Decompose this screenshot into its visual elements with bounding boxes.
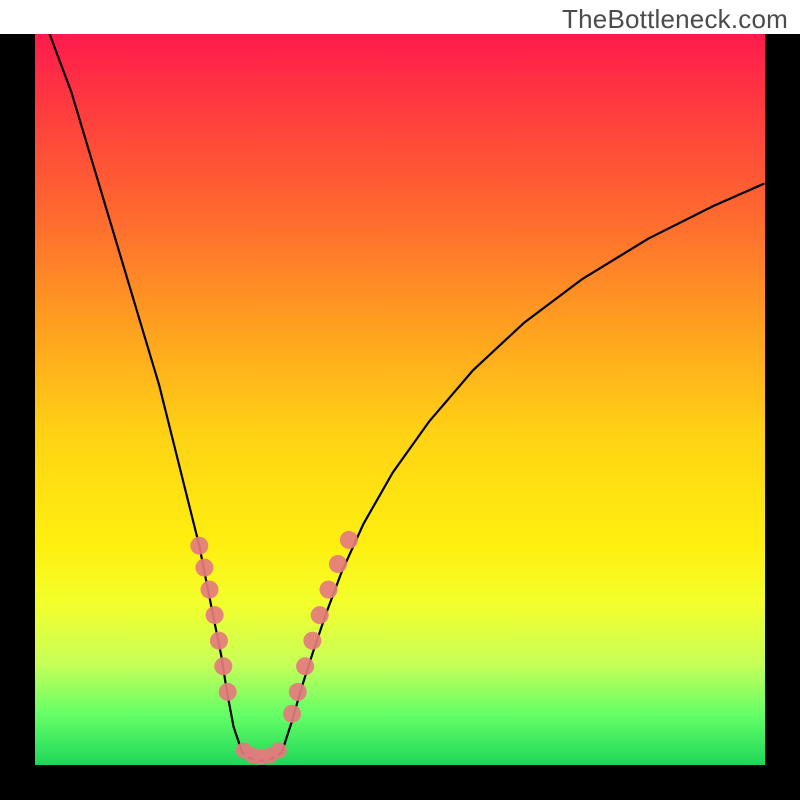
bottleneck-curve: [50, 34, 764, 761]
data-dot: [329, 555, 347, 573]
data-dot: [206, 606, 224, 624]
watermark-text: TheBottleneck.com: [562, 4, 788, 35]
data-dot: [296, 657, 314, 675]
data-dot: [219, 683, 237, 701]
chart-plot-area: [35, 34, 765, 765]
left-cluster: [190, 537, 236, 701]
data-dot: [210, 632, 228, 650]
bottleneck-curve-svg: [35, 34, 765, 765]
data-dot: [271, 742, 287, 758]
data-dot: [190, 537, 208, 555]
chart-frame: [0, 34, 800, 800]
data-dot: [283, 705, 301, 723]
data-dot: [201, 581, 219, 599]
data-dot: [289, 683, 307, 701]
bottom-notch: [236, 742, 287, 765]
stage: TheBottleneck.com: [0, 0, 800, 800]
data-dot: [311, 606, 329, 624]
data-dot: [303, 632, 321, 650]
data-dot: [320, 581, 338, 599]
data-dot: [214, 657, 232, 675]
data-dot: [195, 559, 213, 577]
data-dot: [340, 531, 358, 549]
